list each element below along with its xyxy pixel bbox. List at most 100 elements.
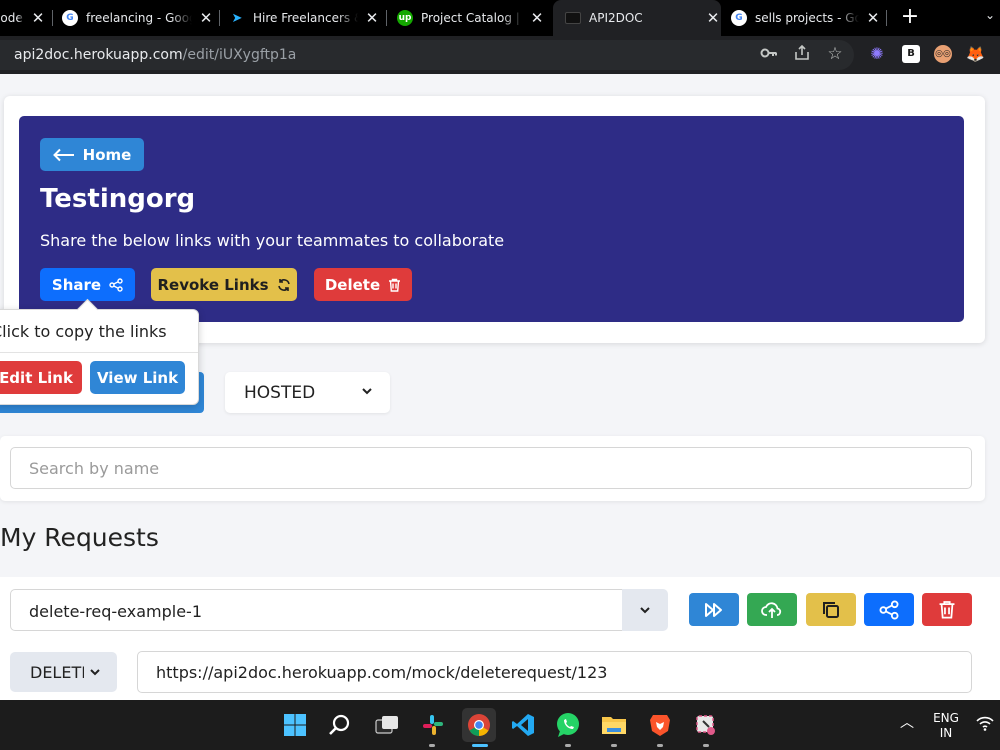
tab-close-icon[interactable]: ✕ — [198, 9, 214, 27]
vscode-icon[interactable] — [508, 710, 538, 740]
revoke-label: Revoke Links — [157, 275, 269, 294]
request-select[interactable]: delete-req-example-1 — [10, 589, 623, 631]
delete-org-button[interactable]: Delete — [314, 268, 412, 301]
tab-code[interactable]: Code ✕ — [0, 0, 46, 36]
tab-close-icon[interactable]: ✕ — [705, 9, 721, 27]
share-label: Share — [51, 275, 102, 294]
address-bar[interactable]: api2doc.herokuapp.com/edit/iUXygftp1a — [0, 40, 854, 70]
upload-cloud-icon — [761, 601, 782, 618]
delete-label: Delete — [324, 275, 381, 294]
tab-hire-freelancers[interactable]: ➤ Hire Freelancers & Find Freelance Jobs… — [229, 0, 380, 36]
hosting-select[interactable]: HOSTED — [225, 372, 390, 413]
chevron-down-icon — [640, 607, 650, 614]
tab-separator — [52, 10, 53, 26]
google-icon: G — [62, 10, 78, 26]
arrow-left-icon — [52, 148, 74, 161]
revoke-links-button[interactable]: Revoke Links — [151, 268, 297, 301]
tab-freelancing-search[interactable]: G freelancing - Google Search ✕ — [62, 0, 214, 36]
tab-search-icon[interactable]: ⌄ — [985, 8, 995, 22]
freelancer-icon: ➤ — [231, 10, 243, 26]
language-line2: IN — [939, 726, 953, 740]
run-request-button[interactable] — [689, 593, 739, 626]
key-icon[interactable] — [759, 44, 779, 64]
tab-title: API2DOC — [589, 11, 643, 25]
run-all-icon — [705, 602, 722, 617]
snipping-tool-icon[interactable] — [691, 710, 721, 740]
copy-view-link-button[interactable]: View Link — [90, 361, 185, 394]
org-title: Testingorg — [40, 184, 196, 214]
delete-request-button[interactable] — [922, 593, 972, 626]
share-icon — [109, 277, 123, 292]
snowflake-extension-icon[interactable]: ✺ — [868, 45, 886, 63]
chrome-icon[interactable] — [462, 708, 496, 742]
api2doc-icon — [565, 12, 581, 24]
whatsapp-icon[interactable] — [553, 710, 583, 740]
tab-api2doc[interactable]: API2DOC ✕ — [553, 0, 721, 36]
search-icon[interactable] — [325, 710, 355, 740]
page-content: Home Testingorg Share the below links wi… — [0, 74, 1000, 700]
my-requests-title: My Requests — [0, 523, 159, 552]
share-button[interactable]: Share — [40, 268, 135, 301]
brave-icon[interactable] — [645, 710, 675, 740]
tab-title: Hire Freelancers & Find Freelance Jobs — [253, 11, 358, 25]
home-button[interactable]: Home — [40, 138, 144, 171]
address-path: /edit/iUXygftp1a — [182, 47, 297, 63]
tab-separator — [386, 10, 387, 26]
trash-icon — [939, 601, 955, 619]
duplicate-request-button[interactable] — [806, 593, 856, 626]
tab-title: sells projects - Google Search — [755, 11, 859, 25]
popover-text: Click to copy the links — [0, 322, 167, 341]
windows-taskbar: ︿ ENG IN — [0, 700, 1000, 750]
method-label: DELETE — [30, 662, 84, 682]
copy-icon — [823, 601, 839, 618]
running-indicator — [703, 744, 709, 747]
tab-upwork-catalog[interactable]: up Project Catalog | Upwork ✕ — [397, 0, 545, 36]
method-select[interactable]: DELETE — [10, 652, 117, 692]
tab-close-icon[interactable]: ✕ — [30, 9, 46, 27]
tab-close-icon[interactable]: ✕ — [865, 9, 881, 27]
chevron-down-icon — [90, 669, 100, 676]
request-select-toggle[interactable] — [622, 589, 668, 631]
file-explorer-icon[interactable] — [599, 710, 629, 740]
new-tab-button[interactable]: + — [899, 6, 921, 28]
tab-title: freelancing - Google Search — [86, 11, 192, 25]
running-indicator — [565, 744, 571, 747]
glasses-extension-icon[interactable]: ◎◎ — [934, 45, 952, 63]
upload-request-button[interactable] — [747, 593, 797, 626]
share-page-icon[interactable] — [792, 44, 812, 64]
slack-icon[interactable] — [418, 710, 448, 740]
wifi-icon[interactable] — [975, 714, 995, 736]
trash-icon — [389, 278, 401, 292]
b-extension-icon[interactable]: B — [902, 45, 920, 63]
search-input[interactable] — [10, 447, 972, 489]
task-view-icon[interactable] — [372, 710, 402, 740]
copy-edit-link-button[interactable]: Edit Link — [0, 361, 82, 394]
running-indicator — [611, 744, 617, 747]
request-url-input[interactable]: https://api2doc.herokuapp.com/mock/delet… — [137, 651, 972, 693]
running-indicator — [429, 744, 435, 747]
language-line1: ENG — [933, 711, 959, 725]
share-request-button[interactable] — [864, 593, 914, 626]
windows-start-icon[interactable] — [280, 710, 310, 740]
browser-tab-strip: Code ✕ G freelancing - Google Search ✕ ➤… — [0, 0, 1000, 36]
request-selected-name: delete-req-example-1 — [29, 602, 202, 621]
tab-sells-projects[interactable]: G sells projects - Google Search ✕ — [731, 0, 881, 36]
upwork-icon: up — [397, 10, 413, 26]
bookmark-star-icon[interactable]: ☆ — [825, 44, 845, 64]
browser-toolbar: api2doc.herokuapp.com/edit/iUXygftp1a — [0, 36, 1000, 74]
language-indicator[interactable]: ENG IN — [928, 711, 964, 741]
tab-title: Project Catalog | Upwork — [421, 11, 523, 25]
org-subtitle: Share the below links with your teammate… — [40, 231, 505, 250]
home-label: Home — [82, 145, 132, 164]
tab-close-icon[interactable]: ✕ — [364, 9, 380, 27]
hosting-selected: HOSTED — [244, 382, 316, 403]
refresh-icon — [277, 278, 290, 291]
tab-separator — [886, 10, 887, 26]
running-indicator — [657, 744, 663, 747]
address-host: api2doc.herokuapp.com — [14, 47, 183, 63]
tray-chevron-up-icon[interactable]: ︿ — [900, 716, 914, 731]
address-url[interactable]: api2doc.herokuapp.com/edit/iUXygftp1a — [14, 47, 296, 63]
tab-separator — [219, 10, 220, 26]
metamask-extension-icon[interactable]: 🦊 — [966, 45, 985, 63]
tab-close-icon[interactable]: ✕ — [529, 9, 545, 27]
